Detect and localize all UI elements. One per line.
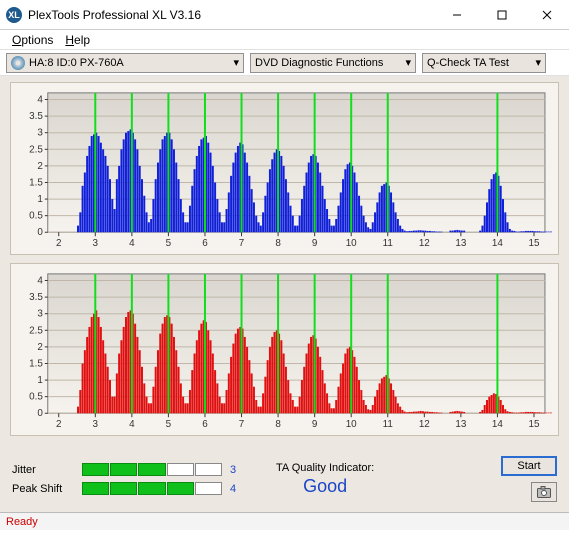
function-select-label: DVD Diagnostic Functions (255, 57, 383, 69)
svg-text:2.5: 2.5 (29, 325, 43, 336)
meter-segment (195, 463, 222, 476)
meter-segment (195, 482, 222, 495)
svg-text:1.5: 1.5 (29, 358, 43, 369)
chevron-down-icon: ▾ (233, 56, 239, 69)
svg-text:3.5: 3.5 (29, 111, 43, 122)
svg-text:13: 13 (455, 238, 466, 249)
drive-select[interactable]: HA:8 ID:0 PX-760A ▾ (6, 53, 244, 73)
meter-segment (82, 482, 109, 495)
svg-text:0: 0 (37, 227, 43, 238)
maximize-button[interactable] (479, 0, 524, 30)
menubar: Options Help (0, 30, 569, 50)
ta-quality-label: TA Quality Indicator: (276, 462, 374, 474)
svg-text:0.5: 0.5 (29, 211, 43, 222)
bottom-panel: Jitter 3 Peak Shift 4 TA Quality Indicat… (0, 448, 569, 512)
meter-segment (110, 463, 137, 476)
camera-icon (537, 486, 551, 498)
svg-text:3: 3 (37, 128, 43, 139)
meter-segment (110, 482, 137, 495)
svg-text:0.5: 0.5 (29, 392, 43, 403)
meter-segment (167, 463, 194, 476)
chevron-down-icon: ▾ (405, 56, 411, 69)
function-select[interactable]: DVD Diagnostic Functions ▾ (250, 53, 416, 73)
test-select[interactable]: Q-Check TA Test ▾ (422, 53, 546, 73)
peak-shift-value: 4 (230, 483, 242, 495)
svg-text:4: 4 (37, 94, 43, 105)
svg-text:2: 2 (56, 238, 62, 249)
peak-shift-label: Peak Shift (12, 483, 74, 495)
peak-shift-meter (82, 482, 222, 495)
titlebar: XL PlexTools Professional XL V3.16 (0, 0, 569, 30)
svg-text:10: 10 (346, 238, 357, 249)
svg-text:7: 7 (239, 238, 245, 249)
toolbar: HA:8 ID:0 PX-760A ▾ DVD Diagnostic Funct… (0, 50, 569, 76)
status-text: Ready (6, 516, 38, 528)
svg-text:0: 0 (37, 408, 43, 419)
disc-icon (11, 56, 25, 70)
meter-segment (138, 482, 165, 495)
metrics: Jitter 3 Peak Shift 4 (12, 463, 242, 495)
window-title: PlexTools Professional XL V3.16 (28, 8, 434, 22)
jitter-label: Jitter (12, 464, 74, 476)
svg-text:3: 3 (93, 419, 99, 430)
svg-text:7: 7 (239, 419, 245, 430)
svg-text:10: 10 (346, 419, 357, 430)
close-button[interactable] (524, 0, 569, 30)
start-button[interactable]: Start (501, 456, 557, 476)
svg-text:11: 11 (383, 419, 394, 430)
svg-text:4: 4 (129, 238, 135, 249)
chart-bottom: 0 0.5 1 1.5 2 2.5 3 3.5 4 2 3 4 5 6 7 8 9 10 11 12 13 14 15 (10, 263, 559, 436)
charts-area: 00.511.522.533.5423456789101112131415 00… (0, 76, 569, 448)
ta-quality-value: Good (276, 476, 374, 497)
meter-segment (138, 463, 165, 476)
svg-text:11: 11 (383, 238, 394, 249)
jitter-meter (82, 463, 222, 476)
minimize-button[interactable] (434, 0, 479, 30)
svg-text:6: 6 (202, 419, 208, 430)
svg-text:12: 12 (419, 419, 430, 430)
chevron-down-icon: ▾ (535, 56, 541, 69)
app-icon: XL (6, 7, 22, 23)
svg-text:15: 15 (528, 238, 539, 249)
svg-text:4: 4 (37, 275, 43, 286)
svg-text:5: 5 (166, 419, 172, 430)
svg-text:8: 8 (275, 419, 281, 430)
svg-text:3: 3 (93, 238, 99, 249)
menu-options[interactable]: Options (6, 33, 59, 47)
svg-text:2: 2 (37, 161, 43, 172)
svg-text:8: 8 (275, 238, 281, 249)
svg-text:13: 13 (455, 419, 466, 430)
svg-text:14: 14 (492, 419, 503, 430)
svg-text:15: 15 (528, 419, 539, 430)
svg-text:4: 4 (129, 419, 135, 430)
svg-text:9: 9 (312, 419, 318, 430)
test-select-label: Q-Check TA Test (427, 57, 509, 69)
svg-text:5: 5 (166, 238, 172, 249)
meter-segment (82, 463, 109, 476)
menu-help[interactable]: Help (59, 33, 96, 47)
svg-text:12: 12 (419, 238, 430, 249)
svg-text:2: 2 (56, 419, 62, 430)
jitter-value: 3 (230, 464, 242, 476)
svg-text:9: 9 (312, 238, 318, 249)
svg-text:14: 14 (492, 238, 503, 249)
chart-top: 0 0.5 1 1.5 2 2.5 3 3.5 4 2 3 4 5 6 7 8 9 10 11 12 13 14 15 (10, 82, 559, 255)
svg-text:1: 1 (37, 375, 43, 386)
drive-select-label: HA:8 ID:0 PX-760A (29, 57, 124, 69)
svg-text:3: 3 (37, 309, 43, 320)
ta-quality-block: TA Quality Indicator: Good (276, 462, 374, 497)
svg-text:3.5: 3.5 (29, 292, 43, 303)
svg-text:2.5: 2.5 (29, 144, 43, 155)
svg-text:2: 2 (37, 342, 43, 353)
svg-text:1.5: 1.5 (29, 177, 43, 188)
svg-text:6: 6 (202, 238, 208, 249)
svg-text:1: 1 (37, 194, 43, 205)
snapshot-button[interactable] (531, 482, 557, 502)
statusbar: Ready (0, 512, 569, 530)
meter-segment (167, 482, 194, 495)
